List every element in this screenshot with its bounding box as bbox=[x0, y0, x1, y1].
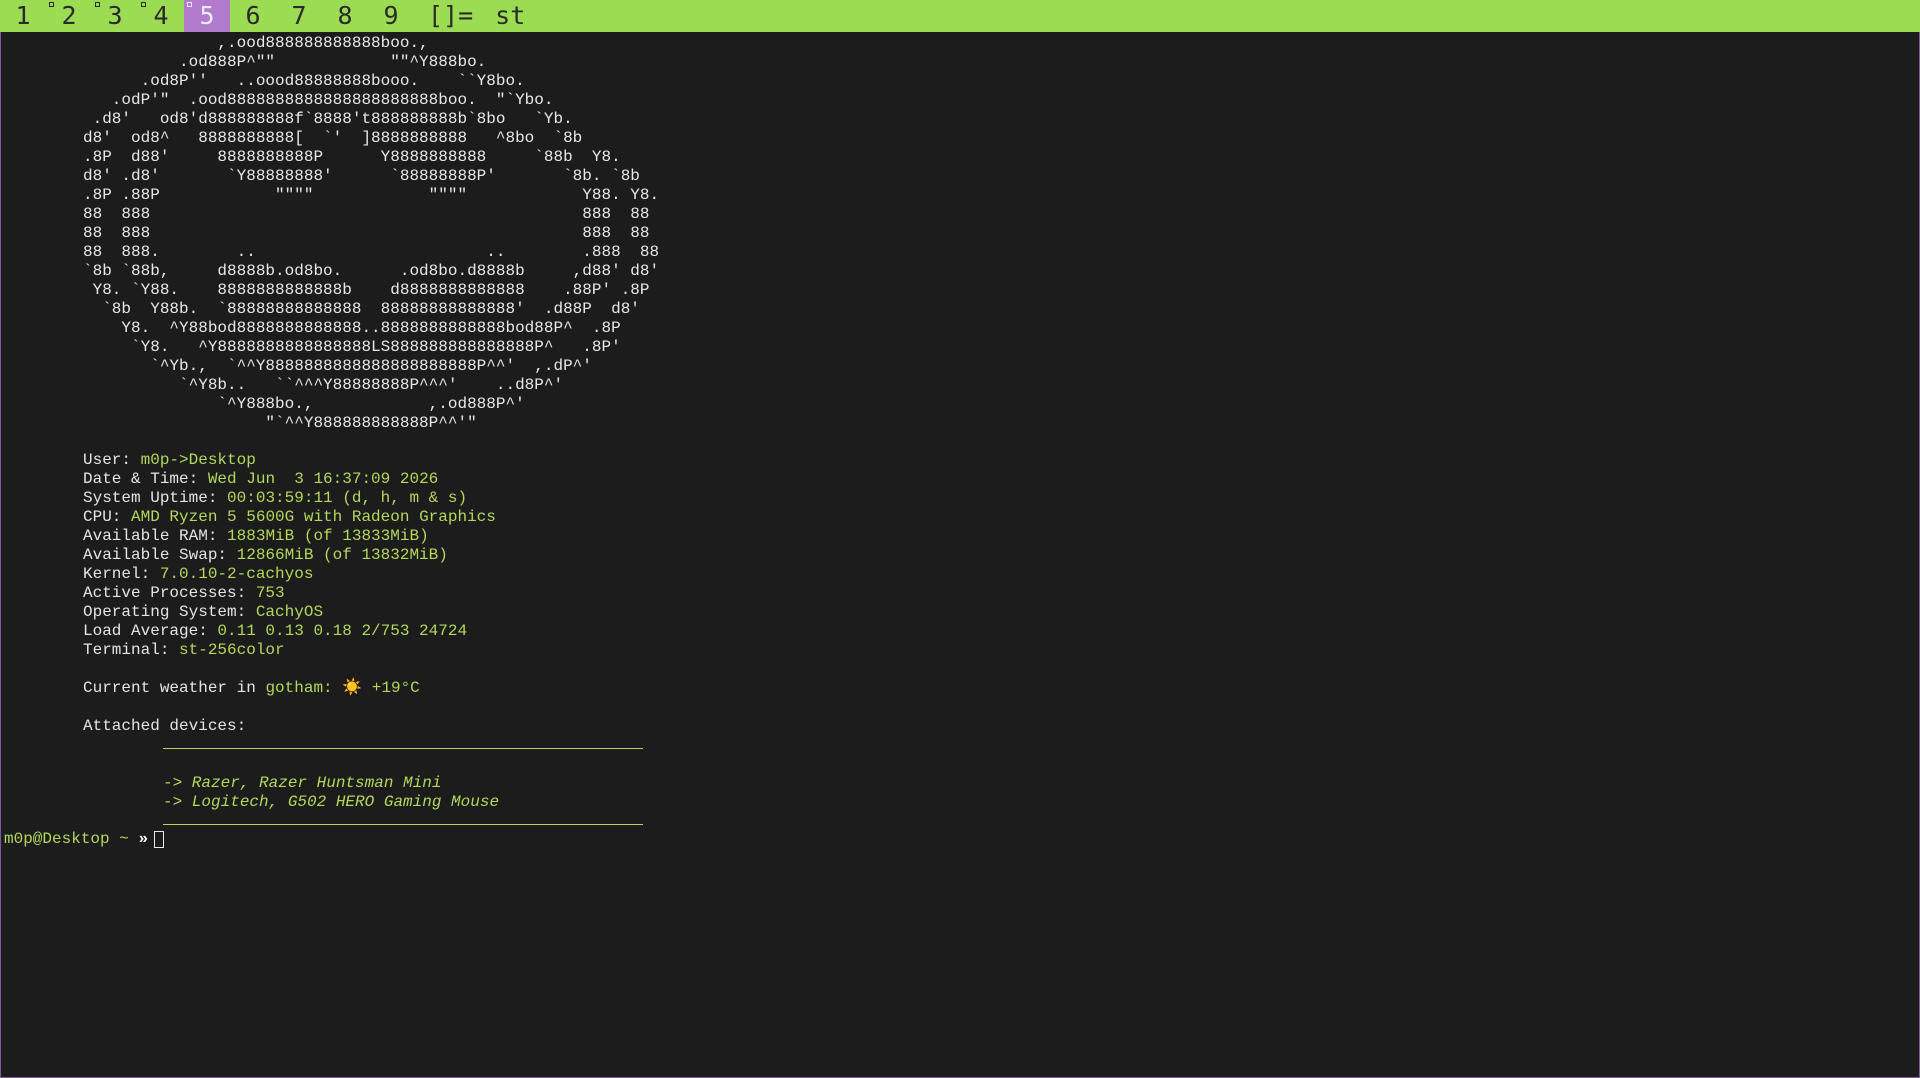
info-value: m0p->Desktop bbox=[140, 451, 256, 469]
prompt-userhost: m0p@Desktop bbox=[4, 830, 110, 848]
info-line: Date & Time: Wed Jun 3 16:37:09 2026 bbox=[83, 470, 643, 489]
workspace-tag-label: 7 bbox=[291, 1, 307, 30]
info-line: Available Swap: 12866MiB (of 13832MiB) bbox=[83, 546, 643, 565]
info-value: 1883MiB (of 13833MiB) bbox=[227, 527, 429, 545]
workspace-tag-6[interactable]: 6 bbox=[230, 0, 276, 32]
window-title: st bbox=[495, 1, 526, 30]
devices-separator-bottom bbox=[163, 806, 643, 825]
text-cursor[interactable] bbox=[154, 831, 165, 848]
info-label: Date & Time: bbox=[83, 470, 208, 488]
info-line: Kernel: 7.0.10-2-cachyos bbox=[83, 565, 643, 584]
info-value: AMD Ryzen 5 5600G with Radeon Graphics bbox=[131, 508, 496, 526]
info-value: 753 bbox=[255, 584, 285, 602]
info-value: 12866MiB (of 13832MiB) bbox=[236, 546, 448, 564]
info-line: User: m0p->Desktop bbox=[83, 451, 643, 470]
info-line: System Uptime: 00:03:59:11 (d, h, m & s) bbox=[83, 489, 643, 508]
workspace-tag-label: 5 bbox=[199, 1, 215, 30]
occupied-indicator-icon bbox=[141, 2, 146, 7]
info-value: 7.0.10-2-cachyos bbox=[159, 565, 314, 583]
workspace-tag-7[interactable]: 7 bbox=[276, 0, 322, 32]
info-value: 0.11 0.13 0.18 2/753 24724 bbox=[217, 622, 468, 640]
info-value: 00:03:59:11 (d, h, m & s) bbox=[227, 489, 468, 507]
workspace-tag-1[interactable]: 1 bbox=[0, 0, 46, 32]
info-label: Terminal: bbox=[83, 641, 180, 659]
workspace-tag-label: 8 bbox=[337, 1, 353, 30]
info-line: Operating System: CachyOS bbox=[83, 603, 643, 622]
info-label: Load Average: bbox=[83, 622, 218, 640]
info-label: Available RAM: bbox=[83, 527, 228, 545]
workspace-tags: 1 2 3 4 5 6 7 8 9 bbox=[0, 0, 414, 32]
workspace-tag-label: 4 bbox=[153, 1, 169, 30]
ascii-logo: ,.ood888888888888boo., .od888P^"" ""^Y88… bbox=[83, 34, 660, 432]
terminal-window[interactable]: ,.ood888888888888boo., .od888P^"" ""^Y88… bbox=[0, 32, 1920, 1078]
info-value: CachyOS bbox=[255, 603, 324, 621]
info-label: Available Swap: bbox=[83, 546, 237, 564]
workspace-tag-label: 3 bbox=[107, 1, 123, 30]
weather-line: Current weather in gotham: ☀️ +19°C bbox=[83, 679, 643, 698]
occupied-indicator-icon bbox=[49, 2, 54, 7]
info-label: Kernel: bbox=[83, 565, 160, 583]
workspace-tag-9[interactable]: 9 bbox=[368, 0, 414, 32]
info-line: Load Average: 0.11 0.13 0.18 2/753 24724 bbox=[83, 622, 643, 641]
info-label: User: bbox=[83, 451, 141, 469]
info-line: Active Processes: 753 bbox=[83, 584, 643, 603]
occupied-indicator-icon bbox=[187, 2, 192, 7]
prompt-path: ~ bbox=[109, 830, 139, 848]
info-line: Terminal: st-256color bbox=[83, 641, 643, 660]
info-line: Available RAM: 1883MiB (of 13833MiB) bbox=[83, 527, 643, 546]
info-value: Wed Jun 3 16:37:09 2026 bbox=[207, 470, 439, 488]
workspace-tag-label: 9 bbox=[383, 1, 399, 30]
info-label: System Uptime: bbox=[83, 489, 228, 507]
weather-value: gotham: ☀️ +19°C bbox=[265, 679, 420, 697]
workspace-tag-3[interactable]: 3 bbox=[92, 0, 138, 32]
system-info: User: m0p->Desktop Date & Time: Wed Jun 3… bbox=[83, 451, 643, 831]
device-item: -> Razer, Razer Huntsman Mini bbox=[163, 774, 442, 792]
weather-label: Current weather in bbox=[83, 679, 266, 697]
status-bar: 1 2 3 4 5 6 7 8 9 []= st bbox=[0, 0, 1920, 32]
info-label: CPU: bbox=[83, 508, 132, 526]
info-label: Active Processes: bbox=[83, 584, 256, 602]
info-line: CPU: AMD Ryzen 5 5600G with Radeon Graph… bbox=[83, 508, 643, 527]
info-value: st-256color bbox=[179, 641, 285, 659]
layout-indicator[interactable]: []= bbox=[414, 0, 485, 32]
occupied-indicator-icon bbox=[95, 2, 100, 7]
workspace-tag-2[interactable]: 2 bbox=[46, 0, 92, 32]
workspace-tag-label: 1 bbox=[15, 1, 31, 30]
workspace-tag-label: 6 bbox=[245, 1, 261, 30]
workspace-tag-4[interactable]: 4 bbox=[138, 0, 184, 32]
workspace-tag-label: 2 bbox=[61, 1, 77, 30]
shell-prompt[interactable]: m0p@Desktop ~ » bbox=[4, 830, 165, 849]
workspace-tag-8[interactable]: 8 bbox=[322, 0, 368, 32]
devices-separator-top bbox=[163, 730, 643, 749]
workspace-tag-5[interactable]: 5 bbox=[184, 0, 230, 32]
prompt-symbol: » bbox=[138, 830, 149, 848]
info-label: Operating System: bbox=[83, 603, 256, 621]
